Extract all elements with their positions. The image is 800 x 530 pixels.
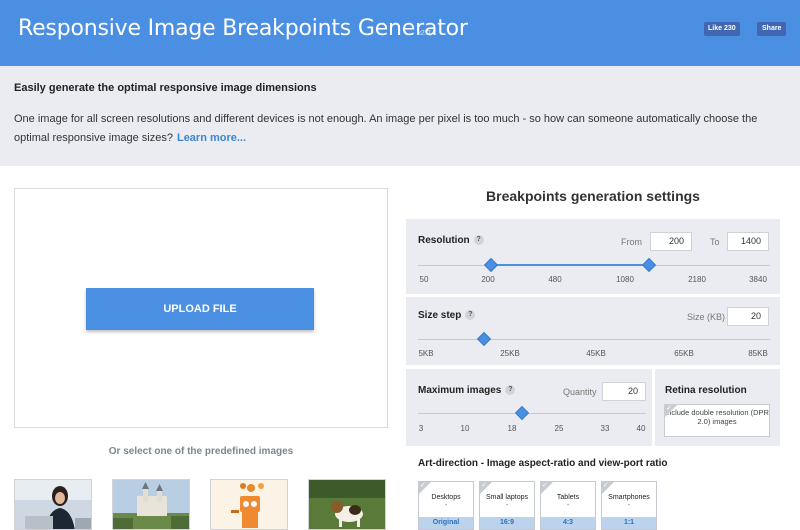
resolution-tick: 1080 [616,275,634,284]
resolution-tick: 2180 [688,275,706,284]
resolution-label-text: Resolution [418,235,470,246]
art-card-ratio: Original [419,517,473,529]
help-icon[interactable]: ? [473,235,484,246]
size-step-input[interactable]: 20 [727,307,769,326]
art-card-tablets[interactable]: ✓ Tablets - 4:3 [540,481,596,530]
art-card-dash: - [566,502,570,509]
max-images-handle[interactable] [514,405,530,421]
intro-heading: Easily generate the optimal responsive i… [14,82,317,94]
intro-section: Easily generate the optimal responsive i… [0,66,800,166]
help-icon[interactable]: ? [505,385,516,396]
check-icon: ✓ [542,482,548,489]
size-step-tick: 25KB [500,349,520,358]
max-images-slider-track[interactable] [418,413,646,414]
art-card-ratio: 4:3 [541,517,595,529]
art-card-name: Desktops [431,494,461,501]
help-icon[interactable]: ? [465,310,476,321]
retina-label: Retina resolution [665,385,747,396]
size-step-tick: 5KB [418,349,434,358]
quantity-label: Quantity [563,387,597,397]
check-icon: ✓ [666,405,672,412]
max-images-input[interactable]: 20 [602,382,646,401]
learn-more-link[interactable]: Learn more... [177,132,246,144]
resolution-label: Resolution? [418,235,484,246]
header-bar: Responsive Image Breakpoints Generator v… [0,0,800,66]
art-card-name: Tablets [556,494,580,501]
resolution-tick: 200 [481,275,495,284]
art-card-dash: - [505,502,509,509]
max-images-tick: 3 [418,424,424,433]
size-step-tick: 65KB [674,349,694,358]
predefined-images-label: Or select one of the predefined images [108,446,294,457]
resolution-to-input[interactable]: 1400 [727,232,769,251]
resolution-max-handle[interactable] [641,257,657,273]
max-images-tick: 25 [554,424,564,433]
predefined-image-robot-flowers[interactable] [210,479,288,530]
max-images-tick: 10 [460,424,470,433]
predefined-image-dog[interactable] [308,479,386,530]
settings-title: Breakpoints generation settings [486,188,700,204]
art-card-dash: - [444,502,448,509]
resolution-tick: 480 [548,275,562,284]
resolution-from-input[interactable]: 200 [650,232,692,251]
retina-checkbox[interactable]: ✓ Include double resolution (DPR 2.0) im… [664,404,770,437]
art-card-dash: - [627,502,631,509]
art-card-name: Smartphones [608,494,650,501]
version-label: v2.0 [417,30,431,37]
max-images-label: Maximum images? [418,385,516,396]
max-images-tick: 18 [507,424,517,433]
facebook-like-button[interactable]: Like 230 [704,22,740,36]
retina-option-label: Include double resolution (DPR 2.0) imag… [665,408,769,426]
size-step-slider-track[interactable] [418,339,770,340]
resolution-tick: 3840 [749,275,767,284]
max-images-tick: 33 [600,424,610,433]
resolution-panel: Resolution? From 200 To 1400 50 200 480 … [406,219,780,294]
from-label: From [621,237,642,247]
intro-text: One image for all screen resolutions and… [14,110,784,148]
art-direction-title: Art-direction - Image aspect-ratio and v… [418,458,668,469]
art-card-smartphones[interactable]: ✓ Smartphones - 1:1 [601,481,657,530]
check-icon: ✓ [603,482,609,489]
max-images-tick: 40 [636,424,646,433]
resolution-slider-range [490,264,650,266]
size-kb-label: Size (KB) [687,312,726,322]
max-images-panel: Maximum images? Quantity 20 3 10 18 25 3… [406,369,652,446]
art-card-small-laptops[interactable]: ✓ Small laptops - 16:9 [479,481,535,530]
art-card-desktops[interactable]: ✓ Desktops - Original [418,481,474,530]
art-card-ratio: 16:9 [480,517,534,529]
to-label: To [710,237,720,247]
upload-file-button[interactable]: UPLOAD FILE [86,288,314,330]
intro-body: One image for all screen resolutions and… [14,113,758,144]
resolution-tick: 50 [419,275,429,284]
art-card-ratio: 1:1 [602,517,656,529]
max-images-label-text: Maximum images [418,385,502,396]
size-step-tick: 45KB [586,349,606,358]
size-step-handle[interactable] [476,331,492,347]
check-icon: ✓ [481,482,487,489]
predefined-image-woman-laptop[interactable] [14,479,92,530]
resolution-min-handle[interactable] [483,257,499,273]
page-title: Responsive Image Breakpoints Generator [18,16,468,41]
size-step-label: Size step? [418,310,476,321]
predefined-image-castle[interactable] [112,479,190,530]
size-step-label-text: Size step [418,310,462,321]
art-card-name: Small laptops [485,494,529,501]
check-icon: ✓ [420,482,426,489]
size-step-panel: Size step? Size (KB) 20 5KB 25KB 45KB 65… [406,297,780,365]
facebook-share-button[interactable]: Share [757,22,787,36]
size-step-tick: 85KB [748,349,768,358]
